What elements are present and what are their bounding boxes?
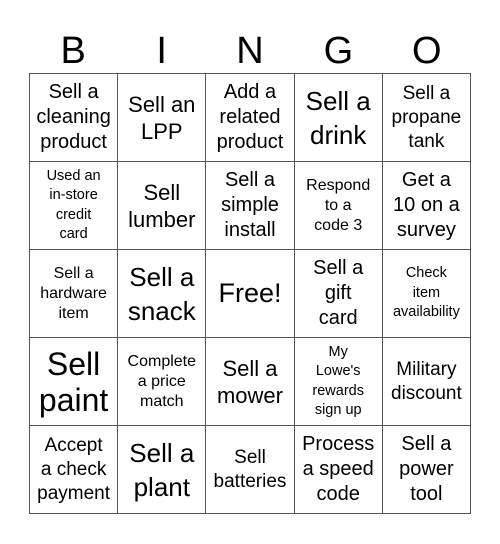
bingo-cell[interactable]: Sell a simple install xyxy=(206,162,295,250)
header-letter-n: N xyxy=(236,30,264,72)
cell-text: Sell a simple install xyxy=(221,169,279,241)
bingo-cell[interactable]: Sell a hardware item xyxy=(30,250,119,338)
bingo-cell[interactable]: Sell a gift card xyxy=(294,250,383,338)
cell-text: Process a speed code xyxy=(302,433,375,505)
bingo-cell[interactable]: Sell a drink xyxy=(294,74,383,162)
cell-text: Sell a plant xyxy=(129,437,195,502)
cell-text: Get a 10 on a survey xyxy=(393,169,460,241)
header-letter-o: O xyxy=(412,30,442,72)
cell-text: Military discount xyxy=(391,358,462,404)
header-letter-b: B xyxy=(60,30,86,72)
bingo-cell[interactable]: Sell a propane tank xyxy=(382,74,471,162)
bingo-grid: Sell a cleaning product Sell an LPP Add … xyxy=(29,73,471,514)
cell-text: Sell an LPP xyxy=(128,91,196,144)
cell-text: Sell a propane tank xyxy=(391,82,462,152)
bingo-cell[interactable]: Complete a price match xyxy=(118,338,207,426)
bingo-cell[interactable]: Sell an LPP xyxy=(118,74,207,162)
cell-text: Check item availability xyxy=(392,265,460,321)
cell-text: Sell a gift card xyxy=(313,257,364,329)
cell-text: Sell a hardware item xyxy=(40,264,107,322)
bingo-cell[interactable]: Used an in-store credit card xyxy=(30,162,119,250)
bingo-cell[interactable]: Process a speed code xyxy=(294,426,383,514)
free-space-text: Free! xyxy=(218,278,282,308)
bingo-cell[interactable]: Sell batteries xyxy=(206,426,295,514)
bingo-cell[interactable]: Military discount xyxy=(382,338,471,426)
bingo-cell[interactable]: Sell a plant xyxy=(118,426,207,514)
bingo-cell[interactable]: Sell paint xyxy=(30,338,119,426)
cell-text: Complete a price match xyxy=(127,352,197,410)
free-space-cell[interactable]: Free! xyxy=(206,250,295,338)
bingo-cell[interactable]: Sell a mower xyxy=(206,338,295,426)
cell-text: Sell a drink xyxy=(305,85,371,150)
bingo-cell[interactable]: Sell a power tool xyxy=(382,426,471,514)
cell-text: Accept a check payment xyxy=(37,434,111,504)
cell-text: My Lowe's rewards sign up xyxy=(312,343,364,419)
bingo-header: B I N G O xyxy=(29,30,471,73)
bingo-cell[interactable]: Sell a snack xyxy=(118,250,207,338)
cell-text: Sell a power tool xyxy=(399,433,454,505)
cell-text: Sell lumber xyxy=(128,179,196,232)
bingo-cell[interactable]: Sell a cleaning product xyxy=(30,74,119,162)
bingo-cell[interactable]: Respond to a code 3 xyxy=(294,162,383,250)
cell-text: Sell batteries xyxy=(213,446,287,492)
header-letter-g: G xyxy=(323,30,354,72)
bingo-cell[interactable]: My Lowe's rewards sign up xyxy=(294,338,383,426)
cell-text: Respond to a code 3 xyxy=(306,176,371,234)
bingo-cell[interactable]: Sell lumber xyxy=(118,162,207,250)
cell-text: Sell a mower xyxy=(216,355,283,408)
bingo-cell[interactable]: Get a 10 on a survey xyxy=(382,162,471,250)
cell-text: Sell a snack xyxy=(127,261,196,326)
cell-text: Sell a cleaning product xyxy=(36,81,111,153)
cell-text: Add a related product xyxy=(216,81,284,153)
bingo-cell[interactable]: Accept a check payment xyxy=(30,426,119,514)
cell-text: Sell paint xyxy=(38,345,109,418)
bingo-cell[interactable]: Check item availability xyxy=(382,250,471,338)
cell-text: Used an in-store credit card xyxy=(46,167,101,243)
bingo-cell[interactable]: Add a related product xyxy=(206,74,295,162)
header-letter-i: I xyxy=(156,30,167,72)
